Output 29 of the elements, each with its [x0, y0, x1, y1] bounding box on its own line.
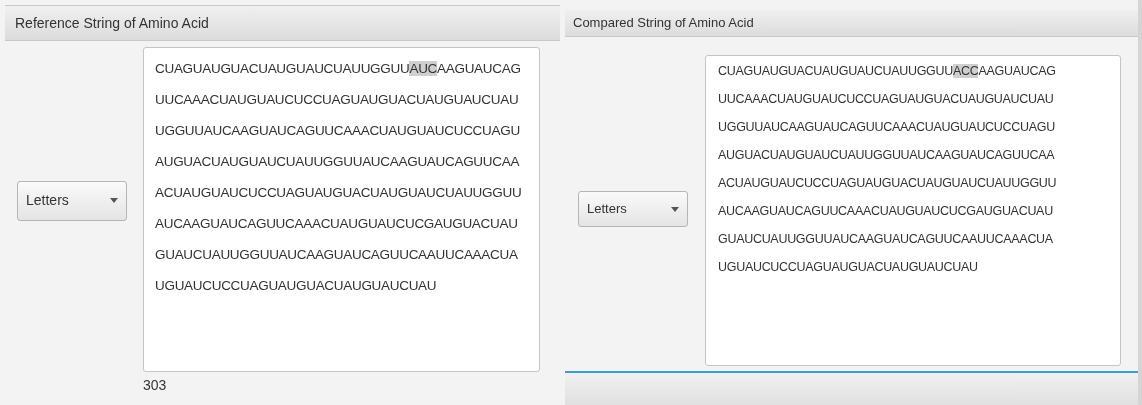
sequence-text: AUCAAGUAUCAGUUCAAACUAUGUAUCUCGAUGUACUAU [718, 204, 1053, 218]
sequence-text: AUCAAGUAUCAGUUCAAACUAUGUAUCUCGAUGUACUAU [155, 216, 518, 231]
panel-header: Reference String of Amino Acid [5, 5, 560, 41]
sequence-text: ACUAUGUAUCUCCUAGUAUGUACUAUGUAUCUAUUGGUU [718, 176, 1057, 190]
sequence-area[interactable] [705, 55, 1121, 366]
sequence-text: UGUAUCUCCUAGUAUGUACUAUGUAUCUAU [718, 260, 978, 274]
highlighted-text: AUC [409, 61, 438, 76]
sequence-text: UGGUUAUCAAGUAUCAGUUCAAACUAUGUAUCUCCUAGU [718, 120, 1055, 134]
sequence-text: AAGUAUCAG [978, 64, 1056, 78]
sequence-text: AUGUACUAUGUAUCUAUUGGUUAUCAAGUAUCAGUUCAA [718, 148, 1055, 162]
sequence-text: UGGUUAUCAAGUAUCAGUUCAAACUAUGUAUCUCCUAGU [155, 123, 520, 138]
sequence-text: GUAUCUAUUGGUUAUCAAGUAUCAGUUCAAUUCAAACUA [718, 232, 1053, 246]
caret-icon [110, 198, 118, 203]
sequence-text: UGUAUCUCCUAGUAUGUACUAUGUAUCUAU [155, 278, 437, 293]
letters-dropdown[interactable]: Letters [578, 191, 688, 227]
sequence-area[interactable] [143, 47, 540, 372]
sequence-text: CUAGUAUGUACUAUGUAUCUAUUGGUU [718, 64, 953, 78]
panel-header: Compared String of Amino Acid [565, 10, 1138, 37]
sequence-text: GUAUCUAUUGGUUAUCAAGUAUCAGUUCAAUUCAAACUA [155, 247, 518, 262]
sequence-text: UUCAAACUAUGUAUCUCCUAGUAUGUACUAUGUAUCUAU [155, 92, 519, 107]
sequence-text: CUAGUAUGUACUAUGUAUCUAUUGGUU [155, 61, 410, 76]
letters-dropdown[interactable]: Letters [17, 180, 127, 221]
sequence-text: AUGUACUAUGUAUCUAUUGGUUAUCAAGUAUCAGUUCAA [155, 154, 520, 169]
sequence-text: ACUAUGUAUCUCCUAGUAUGUACUAUGUAUCUAUUGGUU [155, 185, 522, 200]
sequence-text: UUCAAACUAUGUAUCUCCUAGUAUGUACUAUGUAUCUAU [718, 92, 1054, 106]
length-count: 303 [143, 376, 167, 395]
caret-icon [671, 206, 679, 212]
sequence-text: AAGUAUCAG [437, 61, 521, 76]
highlighted-text: ACC [953, 64, 979, 78]
